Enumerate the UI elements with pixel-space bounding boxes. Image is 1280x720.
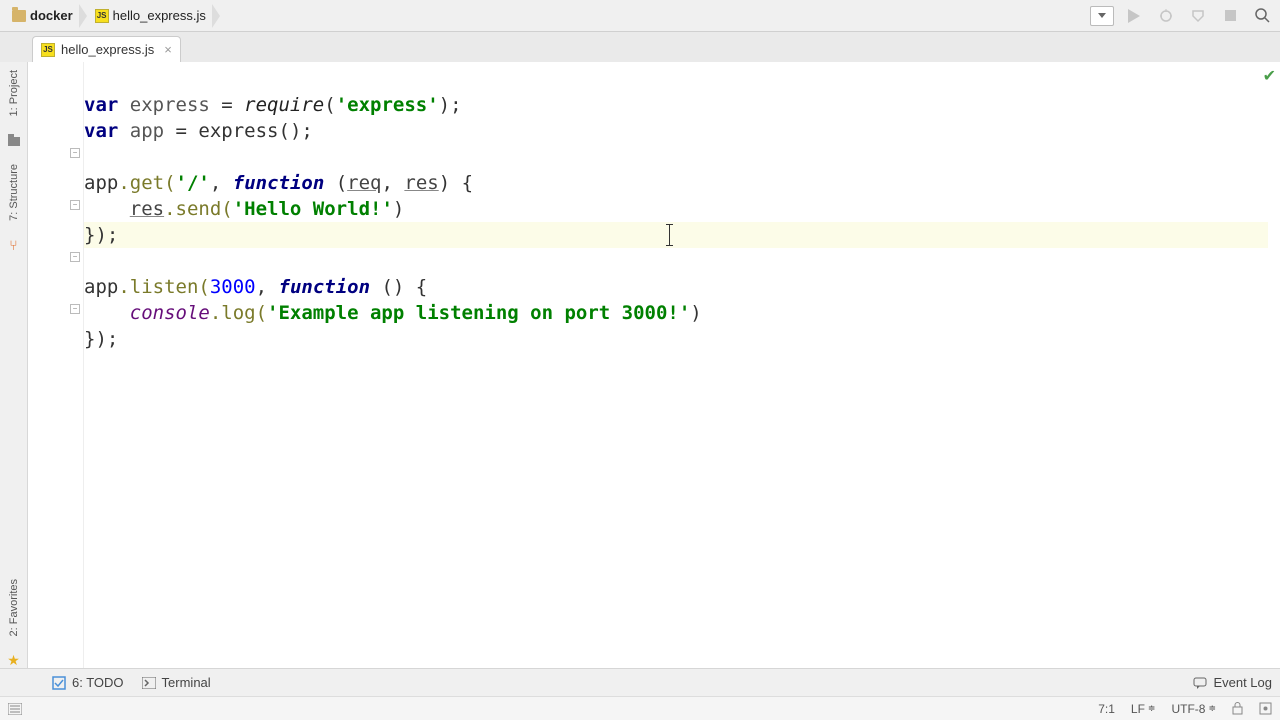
favorites-tool-button[interactable]: 2: Favorites	[8, 575, 20, 640]
event-log-label: Event Log	[1213, 675, 1272, 690]
bottom-tool-bar: 6: TODO Terminal Event Log	[0, 668, 1280, 696]
code-editor[interactable]: − − − − ✔ var express = require('express…	[28, 62, 1280, 668]
breadcrumb-file-label: hello_express.js	[113, 8, 206, 23]
fold-marker[interactable]: −	[70, 304, 80, 314]
coverage-button[interactable]	[1186, 4, 1210, 28]
editor-tabs: JS hello_express.js ×	[0, 32, 1280, 62]
event-log-button[interactable]: Event Log	[1193, 675, 1272, 690]
status-menu-icon[interactable]	[8, 703, 22, 715]
run-button[interactable]	[1122, 4, 1146, 28]
shield-icon	[1191, 9, 1205, 23]
left-tool-rail: 1: Project 7: Structure ⑂ 2: Favorites ★	[0, 62, 28, 668]
todo-icon	[52, 676, 66, 690]
terminal-icon	[142, 677, 156, 689]
terminal-label: Terminal	[162, 675, 211, 690]
close-icon[interactable]: ×	[164, 42, 172, 57]
breadcrumb-file[interactable]: JS hello_express.js	[89, 4, 212, 28]
code-content: var express = require('express'); var ap…	[84, 66, 1268, 378]
fold-marker[interactable]: −	[70, 200, 80, 210]
chevron-down-icon	[1098, 13, 1106, 18]
breadcrumb: docker JS hello_express.js	[6, 4, 212, 28]
status-bar: 7:1 LF≑ UTF-8≑	[0, 696, 1280, 720]
tab-hello-express[interactable]: JS hello_express.js ×	[32, 36, 181, 62]
todo-label: 6: TODO	[72, 675, 124, 690]
editor-gutter: − − − −	[28, 62, 84, 668]
js-file-icon: JS	[41, 43, 55, 57]
main-area: 1: Project 7: Structure ⑂ 2: Favorites ★…	[0, 62, 1280, 668]
stop-icon	[1225, 10, 1236, 21]
breadcrumb-root-label: docker	[30, 8, 73, 23]
project-icon	[6, 132, 22, 148]
fold-marker[interactable]: −	[70, 252, 80, 262]
lock-icon[interactable]	[1232, 702, 1243, 715]
speech-bubble-icon	[1193, 677, 1207, 689]
line-separator[interactable]: LF≑	[1131, 702, 1156, 716]
search-button[interactable]	[1250, 4, 1274, 28]
fold-marker[interactable]: −	[70, 148, 80, 158]
navigation-bar: docker JS hello_express.js	[0, 0, 1280, 32]
play-icon	[1128, 9, 1140, 23]
debug-button[interactable]	[1154, 4, 1178, 28]
search-icon	[1255, 8, 1270, 23]
file-encoding[interactable]: UTF-8≑	[1171, 702, 1216, 716]
cursor-position[interactable]: 7:1	[1098, 702, 1115, 716]
structure-tool-button[interactable]: 7: Structure	[8, 160, 20, 225]
breadcrumb-root[interactable]: docker	[6, 4, 79, 28]
todo-tool-button[interactable]: 6: TODO	[52, 675, 124, 690]
js-file-icon: JS	[95, 9, 109, 23]
folder-icon	[12, 10, 26, 22]
structure-icon: ⑂	[6, 237, 22, 253]
star-icon: ★	[6, 652, 22, 668]
bug-icon	[1159, 9, 1173, 23]
stop-button[interactable]	[1218, 4, 1242, 28]
inspector-icon[interactable]	[1259, 702, 1272, 715]
terminal-tool-button[interactable]: Terminal	[142, 675, 211, 690]
project-tool-button[interactable]: 1: Project	[8, 66, 20, 120]
tab-label: hello_express.js	[61, 42, 154, 57]
toolbar-right	[1090, 4, 1274, 28]
run-config-dropdown[interactable]	[1090, 6, 1114, 26]
